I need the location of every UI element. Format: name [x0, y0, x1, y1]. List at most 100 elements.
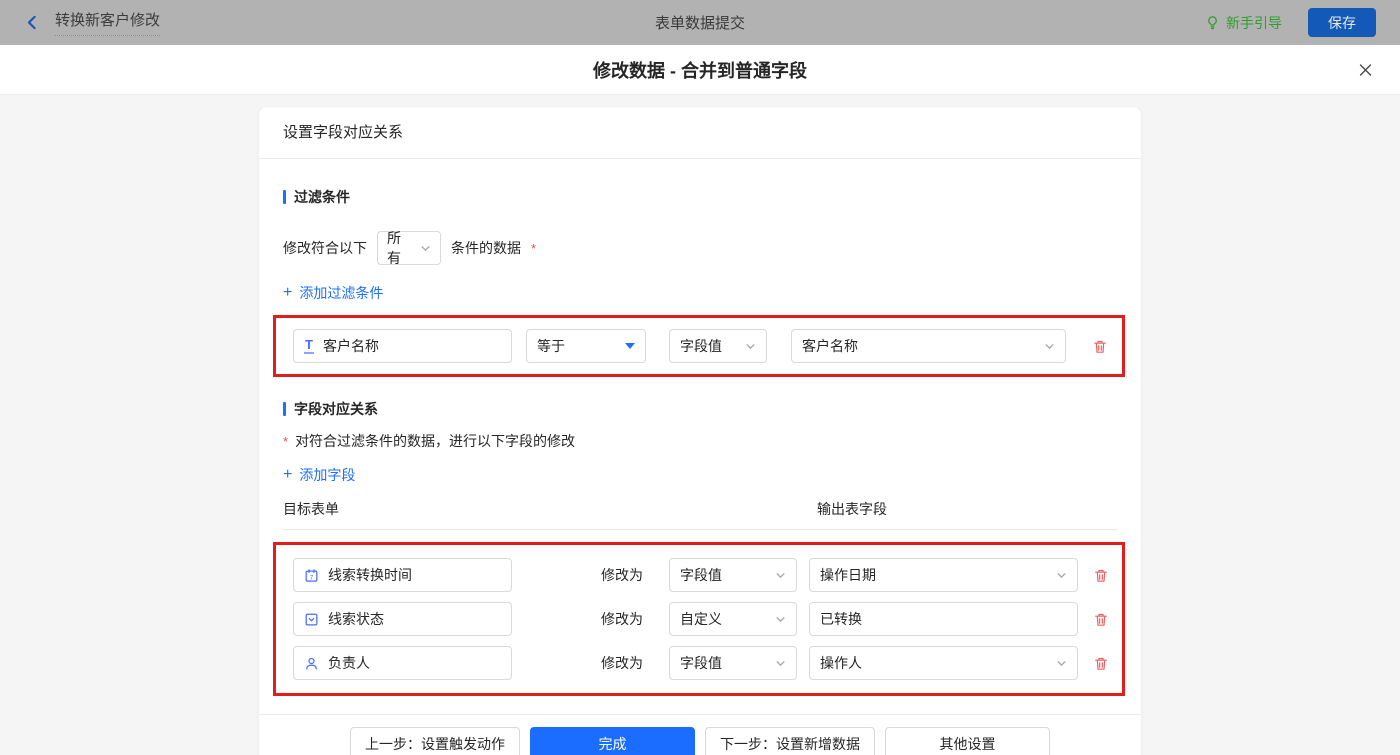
compare-value-select[interactable]: 客户名称 [791, 329, 1066, 363]
target-field-value: 线索状态 [328, 611, 384, 627]
value-type-select[interactable]: 字段值 [669, 558, 797, 592]
modify-label: 修改为 [601, 611, 643, 627]
output-field-select[interactable]: 操作人 [809, 646, 1078, 680]
compare-value: 客户名称 [802, 338, 858, 354]
value-type: 字段值 [680, 655, 722, 671]
custom-value-input[interactable]: 已转换 [809, 602, 1078, 636]
chevron-left-icon [27, 15, 36, 30]
delete-row-button[interactable] [1093, 655, 1109, 672]
target-field-value: 负责人 [328, 655, 370, 671]
mapping-section-label: 字段对应关系 [294, 401, 378, 417]
col-output-field: 输出表字段 [817, 501, 887, 517]
section-bar [283, 402, 286, 416]
guide-label: 新手引导 [1226, 14, 1282, 31]
caret-down-icon [625, 343, 635, 349]
divider [283, 529, 1117, 530]
chevron-down-icon [775, 658, 786, 669]
flow-title[interactable]: 转换新客户修改 [55, 9, 161, 36]
chevron-down-icon [775, 570, 786, 581]
add-filter-label: 添加过滤条件 [299, 285, 384, 301]
target-field-input[interactable]: 负责人 [293, 646, 512, 680]
col-target-form: 目标表单 [283, 501, 339, 517]
filter-condition-row: T 客户名称 等于 字段值 客户名称 [293, 329, 1122, 363]
target-field-input[interactable]: 线索状态 [293, 602, 512, 636]
mapping-row: 7 线索转换时间 修改为 字段值 操作日期 [293, 558, 1122, 592]
dialog-body: 设置字段对应关系 过滤条件 修改符合以下 所有 条件的数据 * + 添加过滤条件… [0, 95, 1400, 755]
chevron-down-icon [1056, 658, 1067, 669]
value-type-select[interactable]: 字段值 [669, 646, 797, 680]
delete-row-button[interactable] [1093, 611, 1109, 628]
card-header: 设置字段对应关系 [259, 107, 1141, 159]
mapping-section-title: 字段对应关系 [283, 399, 1117, 419]
section-bar [283, 190, 286, 204]
chevron-down-icon [420, 243, 431, 254]
chevron-down-icon [775, 614, 786, 625]
dropdown-field-icon [304, 612, 319, 627]
settings-card: 设置字段对应关系 过滤条件 修改符合以下 所有 条件的数据 * + 添加过滤条件… [259, 107, 1141, 755]
match-mode-value: 所有 [387, 230, 401, 266]
trash-icon [1095, 657, 1107, 670]
trash-icon [1094, 340, 1106, 353]
mapping-row: 负责人 修改为 字段值 操作人 [293, 646, 1122, 680]
calendar-icon: 7 [304, 568, 319, 583]
value-type: 自定义 [680, 611, 722, 627]
mapping-description-text: 对符合过滤条件的数据，进行以下字段的修改 [295, 433, 576, 449]
topbar: 转换新客户修改 表单数据提交 新手引导 保存 [0, 0, 1400, 45]
guide-link[interactable]: 新手引导 [1205, 13, 1282, 33]
add-filter-condition-link[interactable]: + 添加过滤条件 [283, 283, 383, 303]
modify-label: 修改为 [601, 567, 643, 583]
chevron-down-icon [1056, 570, 1067, 581]
filter-section-label: 过滤条件 [294, 189, 350, 205]
chevron-down-icon [745, 341, 756, 352]
filter-field-input[interactable]: T 客户名称 [293, 329, 512, 363]
lightbulb-icon [1208, 16, 1217, 30]
custom-value: 已转换 [820, 611, 862, 627]
value-type-select[interactable]: 自定义 [669, 602, 797, 636]
plus-icon: + [283, 466, 293, 483]
output-field-value: 操作日期 [820, 567, 876, 583]
target-field-input[interactable]: 7 线索转换时间 [293, 558, 512, 592]
filter-annotation-box: T 客户名称 等于 字段值 客户名称 [273, 315, 1125, 377]
dialog-title: 修改数据 - 合并到普通字段 [593, 60, 807, 81]
match-row: 修改符合以下 所有 条件的数据 * [283, 230, 1117, 266]
close-button[interactable] [1357, 61, 1374, 78]
match-suffix: 条件的数据 [451, 240, 521, 256]
chevron-down-icon [1044, 341, 1055, 352]
value-type: 字段值 [680, 338, 722, 354]
add-field-label: 添加字段 [299, 467, 356, 483]
value-type-select[interactable]: 字段值 [669, 329, 767, 363]
prev-step-button[interactable]: 上一步：设置触发动作 [350, 727, 520, 755]
mapping-row: 线索状态 修改为 自定义 已转换 [293, 602, 1122, 636]
mapping-description: * 对符合过滤条件的数据，进行以下字段的修改 [283, 431, 1117, 451]
next-step-button[interactable]: 下一步：设置新增数据 [705, 727, 875, 755]
other-settings-button[interactable]: 其他设置 [885, 727, 1050, 755]
match-mode-select[interactable]: 所有 [377, 230, 441, 266]
trash-icon [1095, 613, 1107, 626]
match-prefix: 修改符合以下 [283, 240, 367, 256]
operator-select[interactable]: 等于 [526, 329, 646, 363]
required-mark: * [283, 433, 289, 449]
mapping-column-headers: 目标表单 输出表字段 [283, 499, 1117, 519]
text-field-icon: T [304, 337, 314, 354]
save-button[interactable]: 保存 [1308, 8, 1376, 37]
back-button[interactable] [24, 14, 41, 31]
done-button[interactable]: 完成 [530, 727, 695, 755]
trash-icon [1095, 569, 1107, 582]
svg-text:7: 7 [310, 574, 314, 581]
mapping-annotation-box: 7 线索转换时间 修改为 字段值 操作日期 线索状态 修改为 自定义 已转换 负… [273, 542, 1125, 696]
page-title: 表单数据提交 [654, 15, 746, 32]
delete-row-button[interactable] [1093, 567, 1109, 584]
output-field-value: 操作人 [820, 655, 862, 671]
required-mark: * [531, 240, 537, 256]
close-icon [1359, 63, 1372, 76]
plus-icon: + [283, 284, 293, 301]
filter-field-value: 客户名称 [322, 338, 379, 354]
value-type: 字段值 [680, 567, 722, 583]
delete-condition-button[interactable] [1092, 338, 1108, 355]
filter-section-title: 过滤条件 [283, 187, 1117, 207]
add-field-link[interactable]: + 添加字段 [283, 465, 355, 485]
modify-label: 修改为 [601, 655, 643, 671]
output-field-select[interactable]: 操作日期 [809, 558, 1078, 592]
operator-value: 等于 [537, 338, 565, 354]
dialog-footer: 上一步：设置触发动作 完成 下一步：设置新增数据 其他设置 [259, 714, 1141, 755]
